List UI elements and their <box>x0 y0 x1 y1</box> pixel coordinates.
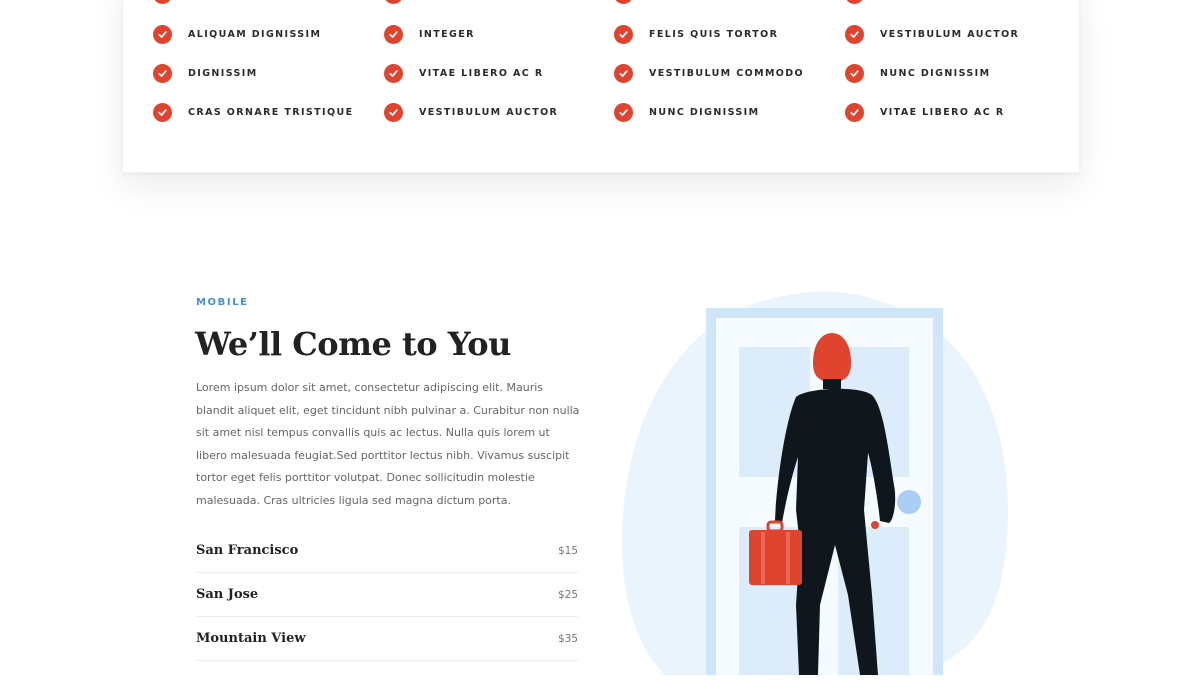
price-list: San Francisco $15 San Jose $25 Mountain … <box>196 529 578 661</box>
price-city: Mountain View <box>196 631 306 646</box>
check-icon <box>153 24 172 44</box>
person-with-briefcase-at-door-illustration <box>610 285 1020 680</box>
check-icon <box>384 102 403 122</box>
feature-item: FELIS QUIS TORTOR <box>614 24 778 44</box>
feature-item: CRAS ORNARE TRISTIQUE <box>153 102 353 122</box>
feature-item: NUNC DIGNISSIM <box>845 63 990 83</box>
check-icon <box>153 0 172 4</box>
price-value: $15 <box>557 544 578 557</box>
feature-label: VITAE LIBERO AC R <box>419 67 544 79</box>
feature-label: VITAE LIBERO AC R <box>880 106 1005 118</box>
feature-label: CRAS ORNARE TRISTIQUE <box>188 106 354 118</box>
price-value: $25 <box>557 588 578 601</box>
feature-label: VESTIBULUM AUCTOR <box>880 28 1020 40</box>
check-icon <box>845 102 864 122</box>
features-card: ALIQUAM DIGNISSIM DIGNISSIM CRAS ORNARE … <box>122 0 1080 173</box>
feature-item: INTEGER <box>384 24 475 44</box>
price-row: Mountain View $35 <box>196 617 578 661</box>
check-icon <box>845 24 864 44</box>
price-row: San Francisco $15 <box>196 529 578 573</box>
feature-item: VESTIBULUM COMMODO <box>614 63 804 83</box>
price-row: San Jose $25 <box>196 573 578 617</box>
feature-label: NUNC DIGNISSIM <box>649 106 760 118</box>
price-city: San Francisco <box>196 543 299 558</box>
check-icon <box>845 63 864 83</box>
feature-label: VESTIBULUM AUCTOR <box>419 106 559 118</box>
check-icon <box>614 24 633 44</box>
feature-item: DIGNISSIM <box>153 63 258 83</box>
section-body-text: Lorem ipsum dolor sit amet, consectetur … <box>196 381 580 507</box>
check-icon <box>614 102 633 122</box>
check-icon <box>384 24 403 44</box>
check-icon <box>384 63 403 83</box>
check-icon <box>384 0 403 4</box>
feature-item: VITAE LIBERO AC R <box>384 63 544 83</box>
price-value: $35 <box>557 632 578 645</box>
feature-label: FELIS QUIS TORTOR <box>649 28 779 40</box>
feature-item: VESTIBULUM AUCTOR <box>845 24 1019 44</box>
feature-label: INTEGER <box>419 28 475 40</box>
price-city: San Jose <box>196 587 259 602</box>
check-icon <box>845 0 864 4</box>
check-icon <box>614 63 633 83</box>
feature-label: VESTIBULUM COMMODO <box>649 67 805 79</box>
feature-item: VITAE LIBERO AC R <box>845 102 1005 122</box>
feature-label: DIGNISSIM <box>188 67 258 79</box>
check-icon <box>153 102 172 122</box>
feature-item: ALIQUAM DIGNISSIM <box>153 24 321 44</box>
check-icon <box>614 0 633 4</box>
feature-item: NUNC DIGNISSIM <box>614 102 759 122</box>
section-eyebrow: MOBILE <box>196 297 249 308</box>
section-heading: We’ll Come to You <box>195 325 511 363</box>
check-icon <box>153 63 172 83</box>
feature-label: NUNC DIGNISSIM <box>880 67 991 79</box>
feature-item: VESTIBULUM AUCTOR <box>384 102 558 122</box>
feature-label: ALIQUAM DIGNISSIM <box>188 28 322 40</box>
